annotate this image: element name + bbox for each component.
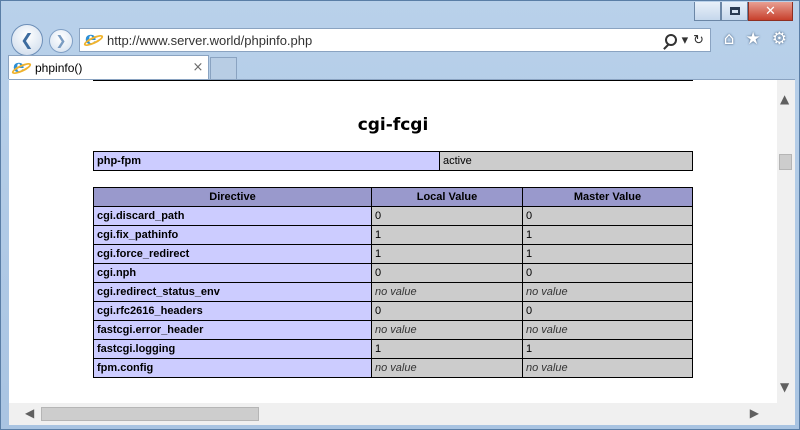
directive-name: fastcgi.error_header — [93, 320, 372, 340]
back-button[interactable]: ❮ — [11, 24, 43, 56]
page-viewport: cgi-fcgi php-fpm active Directive Local … — [9, 79, 795, 403]
table-row: cgi.discard_path 0 0 — [93, 206, 693, 226]
directive-name: cgi.discard_path — [93, 206, 372, 226]
directives-table: Directive Local Value Master Value cgi.d… — [93, 187, 693, 378]
horizontal-scrollbar[interactable]: ◀ ▶ — [9, 403, 795, 425]
status-key: php-fpm — [93, 151, 440, 171]
master-value: 1 — [522, 225, 693, 245]
status-value: active — [439, 151, 693, 171]
scrollbar-corner — [775, 403, 793, 425]
forward-button[interactable]: ❯ — [49, 29, 73, 53]
no-value-text: no value — [375, 286, 417, 298]
horizontal-scroll-thumb[interactable] — [41, 407, 259, 421]
master-value: 0 — [522, 301, 693, 321]
column-header-local-value: Local Value — [371, 187, 523, 207]
home-icon[interactable]: ⌂ — [724, 29, 735, 49]
table-row: fastcgi.error_header no value no value — [93, 320, 693, 340]
scroll-down-icon[interactable]: ▼ — [780, 380, 789, 394]
master-value: no value — [522, 282, 693, 302]
master-value: no value — [522, 358, 693, 378]
directive-name: fpm.config — [93, 358, 372, 378]
module-status-table: php-fpm active — [93, 151, 693, 171]
maximize-button[interactable] — [721, 2, 748, 21]
table-row: cgi.nph 0 0 — [93, 263, 693, 283]
address-bar[interactable]: e http://www.server.world/phpinfo.php ▾ … — [79, 28, 711, 52]
column-header-master-value: Master Value — [522, 187, 693, 207]
tab-title: phpinfo() — [35, 60, 83, 75]
search-icon[interactable] — [664, 34, 677, 46]
master-value: 0 — [522, 206, 693, 226]
close-tab-icon[interactable]: × — [188, 60, 208, 75]
directive-name: cgi.force_redirect — [93, 244, 372, 264]
chevron-down-icon[interactable]: ▾ — [682, 33, 689, 48]
directives-body: cgi.discard_path 0 0 cgi.fix_pathinfo 1 1 cgi.… — [93, 206, 693, 378]
refresh-icon[interactable]: ↻ — [693, 33, 704, 48]
local-value: no value — [371, 282, 523, 302]
tab-favicon-icon: e — [10, 56, 33, 77]
master-value: 1 — [522, 339, 693, 359]
local-value: no value — [371, 358, 523, 378]
local-value: 0 — [371, 301, 523, 321]
master-value: 1 — [522, 244, 693, 264]
table-row: cgi.fix_pathinfo 1 1 — [93, 225, 693, 245]
vertical-scrollbar[interactable]: ▲ ▼ — [777, 80, 795, 403]
url-text[interactable]: http://www.server.world/phpinfo.php — [107, 33, 665, 48]
directive-name: cgi.nph — [93, 263, 372, 283]
scroll-left-icon[interactable]: ◀ — [25, 406, 34, 420]
browser-toolbar: ⌂ ★ ⚙ — [724, 29, 787, 49]
tab-strip: e phpinfo() × — [1, 55, 800, 79]
address-bar-actions: ▾ ↻ — [664, 33, 710, 48]
table-row: fpm.config no value no value — [93, 358, 693, 378]
table-row: fastcgi.logging 1 1 — [93, 339, 693, 359]
master-value: 0 — [522, 263, 693, 283]
close-window-button[interactable]: ✕ — [748, 2, 793, 21]
directive-name: cgi.fix_pathinfo — [93, 225, 372, 245]
vertical-scroll-thumb[interactable] — [779, 154, 792, 170]
master-value: no value — [522, 320, 693, 340]
phpinfo-page: cgi-fcgi php-fpm active Directive Local … — [9, 80, 777, 403]
table-row: cgi.rfc2616_headers 0 0 — [93, 301, 693, 321]
local-value: no value — [371, 320, 523, 340]
table-row: php-fpm active — [93, 151, 693, 171]
table-row: cgi.force_redirect 1 1 — [93, 244, 693, 264]
scroll-right-icon[interactable]: ▶ — [750, 406, 759, 420]
previous-table-edge — [93, 80, 693, 81]
local-value: 1 — [371, 244, 523, 264]
back-arrow-icon: ❮ — [20, 30, 34, 49]
local-value: 1 — [371, 339, 523, 359]
no-value-text: no value — [526, 324, 568, 336]
star-icon[interactable]: ★ — [746, 29, 761, 49]
directive-name: cgi.redirect_status_env — [93, 282, 372, 302]
scroll-up-icon[interactable]: ▲ — [780, 92, 789, 106]
no-value-text: no value — [526, 286, 568, 298]
table-row: cgi.redirect_status_env no value no value — [93, 282, 693, 302]
minimize-button[interactable] — [694, 2, 721, 21]
forward-arrow-icon: ❯ — [55, 33, 67, 49]
module-title: cgi-fcgi — [357, 115, 429, 135]
maximize-icon — [729, 7, 740, 15]
directive-name: cgi.rfc2616_headers — [93, 301, 372, 321]
no-value-text: no value — [526, 362, 568, 374]
local-value: 0 — [371, 206, 523, 226]
gear-icon[interactable]: ⚙ — [772, 29, 787, 49]
close-icon: ✕ — [765, 3, 776, 19]
no-value-text: no value — [375, 324, 417, 336]
new-tab-button[interactable] — [210, 57, 237, 79]
column-header-directive: Directive — [93, 187, 372, 207]
local-value: 1 — [371, 225, 523, 245]
no-value-text: no value — [375, 362, 417, 374]
directive-name: fastcgi.logging — [93, 339, 372, 359]
navigation-bar: ❮ ❯ e http://www.server.world/phpinfo.ph… — [1, 23, 800, 57]
ie-logo-icon: e — [82, 28, 105, 49]
window-caption-buttons: ✕ — [694, 2, 793, 22]
browser-window: ✕ ❮ ❯ e http://www.server.world/phpinfo.… — [0, 0, 800, 430]
local-value: 0 — [371, 263, 523, 283]
table-header-row: Directive Local Value Master Value — [93, 187, 693, 207]
tab-phpinfo[interactable]: e phpinfo() × — [8, 55, 209, 79]
